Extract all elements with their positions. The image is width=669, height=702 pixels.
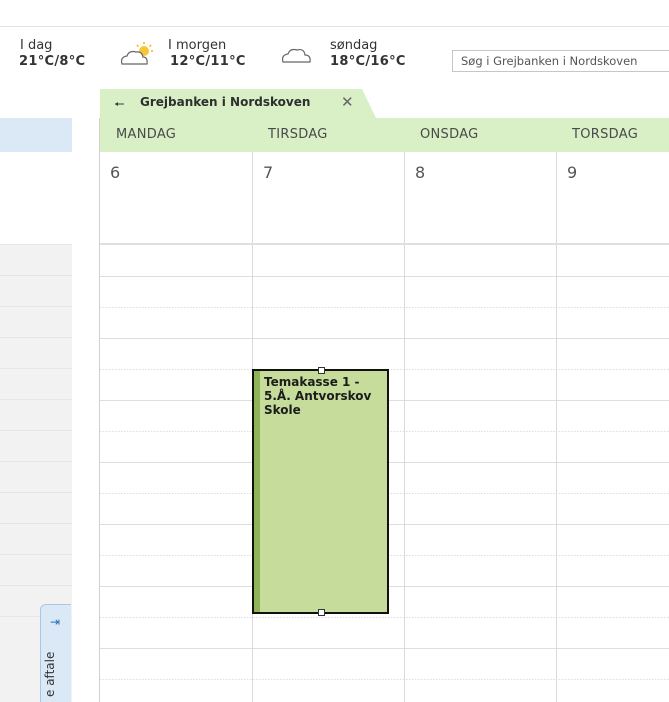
appointment-status-bar (254, 371, 260, 612)
day-header-thursday[interactable]: TORSDAG (572, 127, 638, 142)
time-slot-line (100, 679, 669, 680)
calendar-tab[interactable]: 🠔 Grejbanken i Nordskoven ✕ (100, 89, 376, 118)
date-number-thursday[interactable]: 9 (567, 163, 577, 182)
weather-sunday[interactable]: søndag 18°C/16°C (330, 38, 406, 70)
date-number-monday[interactable]: 6 (110, 163, 120, 182)
pin-arrow-icon[interactable]: ⇥ (50, 615, 60, 629)
back-arrow-icon[interactable]: 🠔 (114, 95, 125, 116)
cloud-icon (281, 48, 311, 63)
time-slot-line (100, 307, 669, 308)
appointment-resize-handle-top[interactable] (318, 367, 325, 374)
side-tab-label: e aftale (43, 651, 57, 697)
time-slot-line (100, 338, 669, 339)
search-input[interactable]: Søg i Grejbanken i Nordskoven (452, 50, 669, 72)
grid-column-divider (404, 152, 405, 702)
close-icon[interactable]: ✕ (341, 93, 354, 111)
appointment-title: Temakasse 1 - 5.Å. Antvorskov Skole (264, 375, 372, 417)
weather-day-label: I dag (20, 38, 53, 53)
weather-tomorrow[interactable]: I morgen 12°C/11°C (168, 38, 246, 70)
day-header-wednesday[interactable]: ONSDAG (420, 127, 479, 142)
weather-day-label: søndag (330, 38, 378, 53)
nav-pane-header (0, 118, 72, 152)
weather-temp: 21°C/8°C (19, 54, 86, 69)
time-slot-line (100, 617, 669, 618)
grid-column-divider (556, 152, 557, 702)
tab-title: Grejbanken i Nordskoven (140, 95, 311, 109)
weather-today[interactable]: I dag 21°C/8°C (19, 38, 86, 70)
new-appointment-side-tab[interactable]: ⇥ e aftale (40, 604, 71, 702)
grid-left-border (99, 118, 100, 702)
days-header: MANDAG TIRSDAG ONSDAG TORSDAG (100, 118, 669, 152)
appointment-resize-handle-bottom[interactable] (318, 609, 325, 616)
appointment-block[interactable]: Temakasse 1 - 5.Å. Antvorskov Skole (252, 367, 389, 616)
allday-separator (100, 243, 669, 245)
partly-sunny-icon (120, 42, 153, 65)
top-border (0, 26, 669, 27)
day-header-monday[interactable]: MANDAG (116, 127, 176, 142)
time-slot-line (100, 648, 669, 649)
date-number-tuesday[interactable]: 7 (263, 163, 273, 182)
time-slot-line (100, 276, 669, 277)
weather-temp: 12°C/11°C (170, 54, 246, 69)
date-number-wednesday[interactable]: 8 (415, 163, 425, 182)
weather-day-label: I morgen (168, 38, 227, 53)
day-header-tuesday[interactable]: TIRSDAG (268, 127, 328, 142)
nav-pane-allday (0, 152, 72, 244)
weather-temp: 18°C/16°C (330, 54, 406, 69)
